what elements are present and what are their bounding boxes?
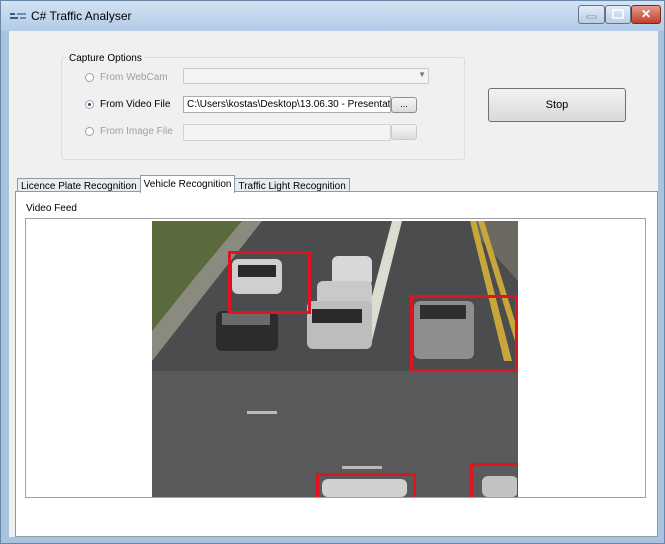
maximize-icon xyxy=(612,9,624,19)
radio-image-file[interactable]: From Image File xyxy=(85,123,173,139)
stop-button[interactable]: Stop xyxy=(488,88,626,122)
window-title: C# Traffic Analyser xyxy=(31,9,132,23)
vehicle-detection-box xyxy=(410,295,518,372)
close-button[interactable]: ✕ xyxy=(631,5,661,24)
radio-video-file-indicator[interactable] xyxy=(85,99,94,109)
video-frame xyxy=(152,221,518,497)
minimize-button[interactable] xyxy=(578,5,605,24)
capture-options-label: Capture Options xyxy=(67,53,144,64)
browse-video-button[interactable]: ... xyxy=(391,97,417,113)
video-feed-label: Video Feed xyxy=(26,203,77,214)
title-bar[interactable]: C# Traffic Analyser ✕ xyxy=(1,1,664,31)
radio-image-file-label: From Image File xyxy=(100,125,173,137)
form-client-area: Capture Options From WebCam ▼ From Video… xyxy=(9,31,658,537)
vehicle-detection-box xyxy=(470,463,518,497)
radio-video-file[interactable]: From Video File xyxy=(85,96,170,112)
tab-vehicle-recognition[interactable]: Vehicle Recognition xyxy=(139,175,236,193)
minimize-icon xyxy=(586,15,597,19)
video-file-path-input[interactable]: C:\Users\kostas\Desktop\13.06.30 - Prese… xyxy=(183,96,391,113)
radio-video-file-label: From Video File xyxy=(100,98,171,110)
radio-image-file-indicator[interactable] xyxy=(85,126,94,136)
app-window: C# Traffic Analyser ✕ Capture Options Fr… xyxy=(0,0,665,544)
app-icon xyxy=(10,13,26,19)
chevron-down-icon: ▼ xyxy=(418,70,426,79)
maximize-button[interactable] xyxy=(605,5,631,24)
radio-webcam[interactable]: From WebCam xyxy=(85,69,168,85)
vehicle-detection-box xyxy=(316,473,416,497)
browse-image-button[interactable] xyxy=(391,124,417,140)
close-icon: ✕ xyxy=(640,7,652,21)
vehicle-detection-box xyxy=(228,251,311,314)
webcam-select[interactable]: ▼ xyxy=(183,68,429,84)
image-file-path-input[interactable] xyxy=(183,124,391,141)
radio-webcam-indicator[interactable] xyxy=(85,72,94,82)
radio-webcam-label: From WebCam xyxy=(100,71,168,83)
